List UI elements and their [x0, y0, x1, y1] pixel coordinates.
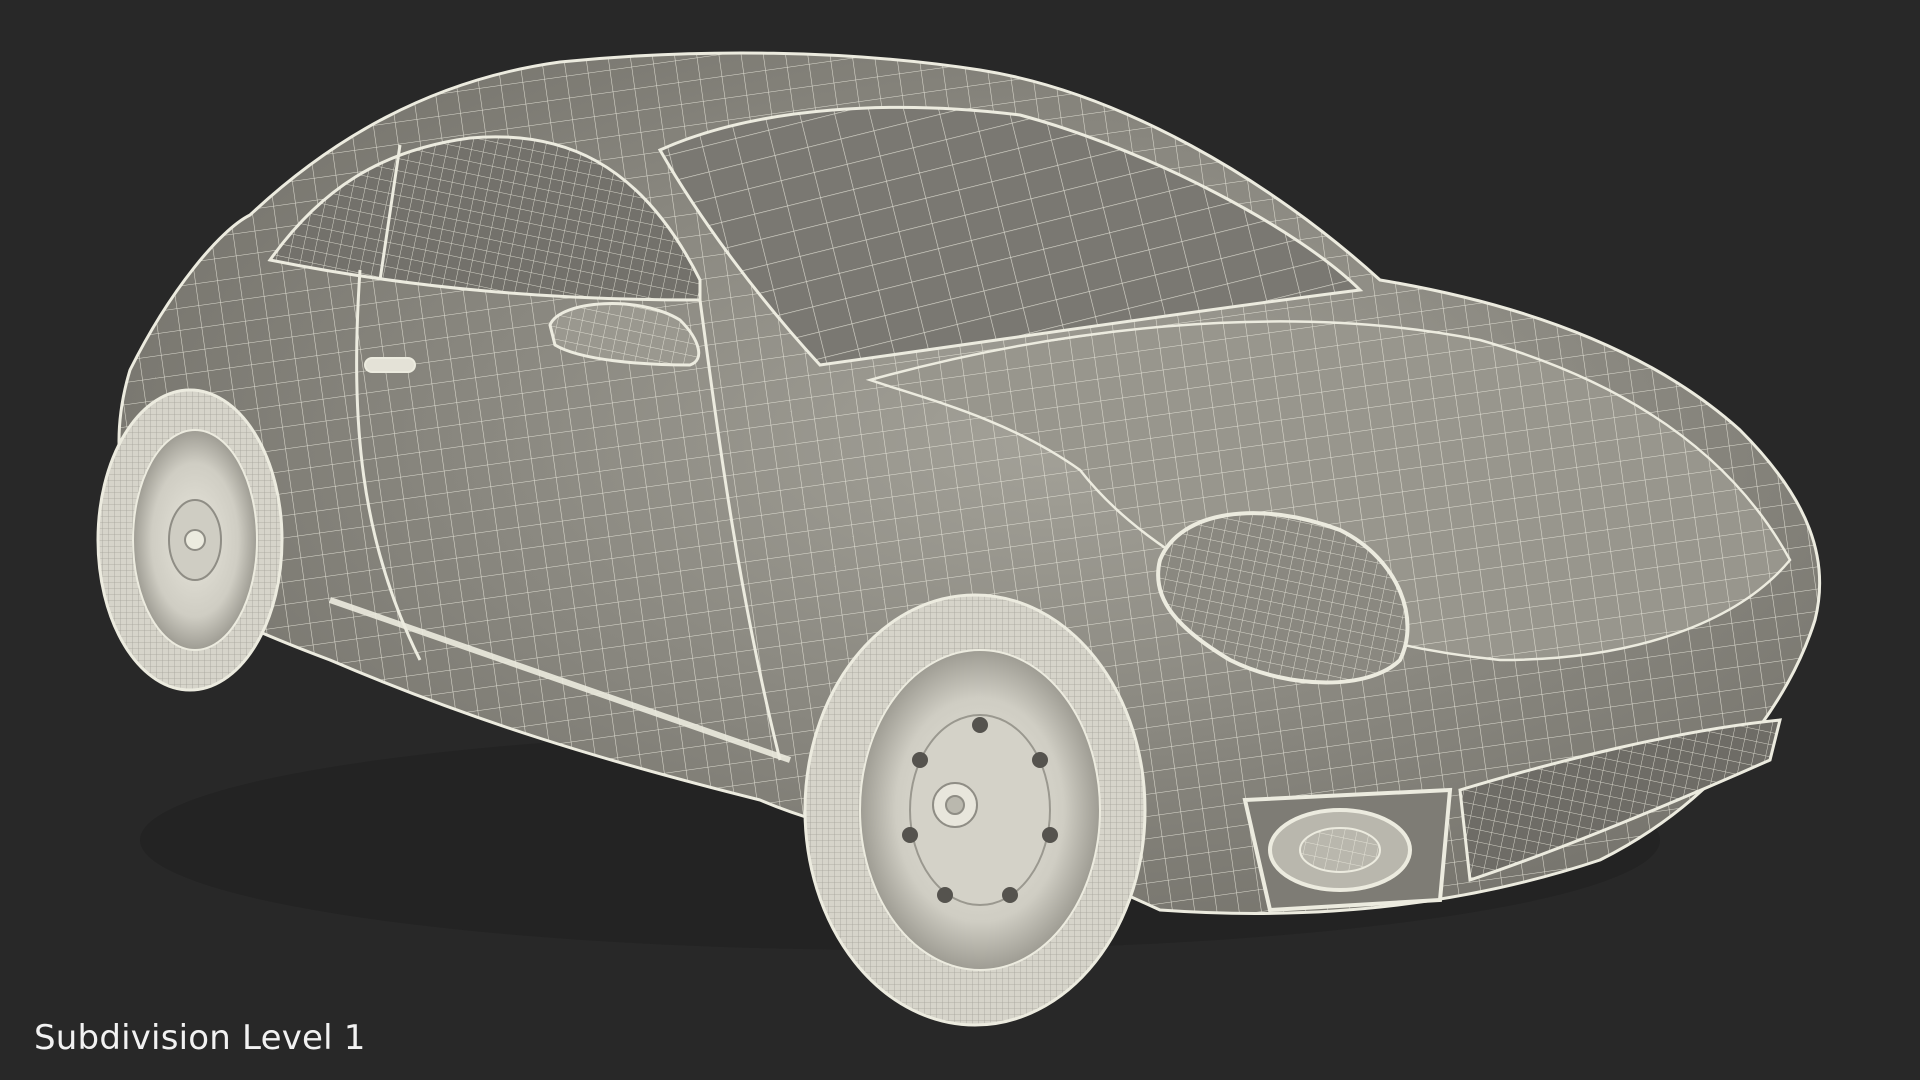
render-viewport: Subdivision Level 1	[0, 0, 1920, 1080]
front-wheel	[803, 593, 1147, 1027]
render-caption: Subdivision Level 1	[34, 1018, 366, 1058]
door-handle	[364, 357, 416, 373]
rear-wheel	[96, 388, 284, 692]
car-wireframe-render	[96, 51, 1822, 1027]
fog-light	[1242, 787, 1453, 913]
